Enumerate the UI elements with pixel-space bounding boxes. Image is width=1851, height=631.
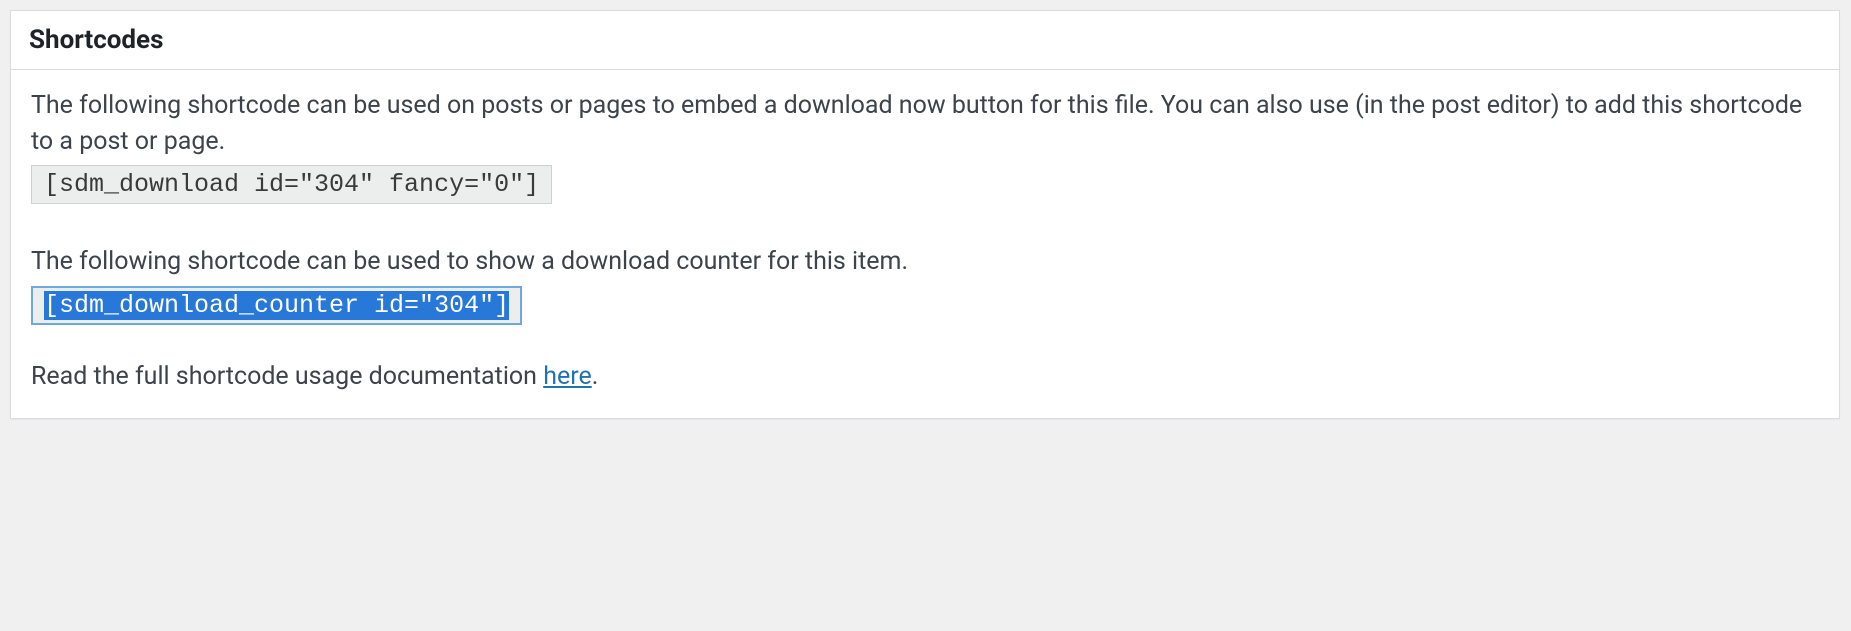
doc-text-suffix: . <box>592 362 599 391</box>
shortcode-download-counter[interactable]: [sdm_download_counter id="304"] <box>31 286 522 325</box>
selected-text: [sdm_download_counter id="304"] <box>44 291 509 320</box>
doc-text-prefix: Read the full shortcode usage documentat… <box>31 362 543 391</box>
shortcodes-metabox: Shortcodes The following shortcode can b… <box>10 10 1840 419</box>
metabox-header: Shortcodes <box>11 11 1839 70</box>
shortcode-desc-1: The following shortcode can be used on p… <box>31 88 1819 159</box>
shortcode-desc-2: The following shortcode can be used to s… <box>31 244 1819 280</box>
shortcode-download-button[interactable]: [sdm_download id="304" fancy="0"] <box>31 165 552 204</box>
documentation-line: Read the full shortcode usage documentat… <box>31 359 1819 395</box>
metabox-content: The following shortcode can be used on p… <box>11 70 1839 418</box>
metabox-title: Shortcodes <box>29 25 1821 55</box>
documentation-link[interactable]: here <box>543 362 592 391</box>
